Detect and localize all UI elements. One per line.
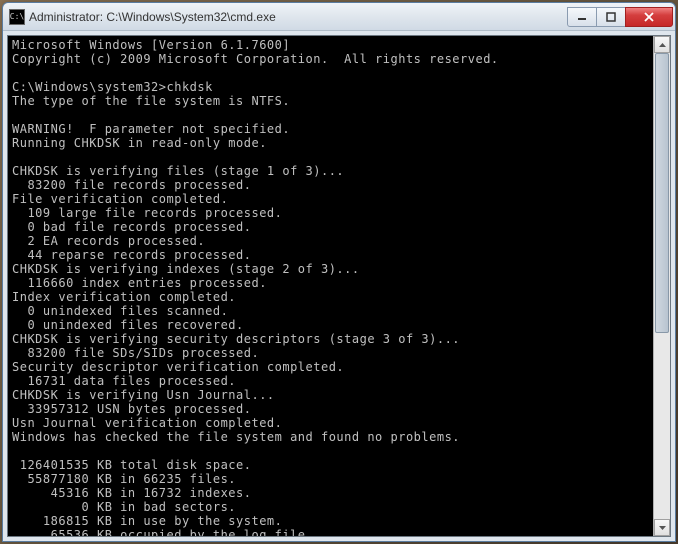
minimize-icon [577,12,587,22]
close-icon [643,12,655,22]
titlebar[interactable]: C:\ Administrator: C:\Windows\System32\c… [3,3,675,31]
window-title: Administrator: C:\Windows\System32\cmd.e… [29,10,568,24]
scroll-track[interactable] [654,53,670,519]
close-button[interactable] [625,7,673,27]
terminal-area: Microsoft Windows [Version 6.1.7600] Cop… [7,35,671,537]
maximize-button[interactable] [596,7,626,27]
cmd-icon: C:\ [9,9,25,25]
cmd-window: C:\ Administrator: C:\Windows\System32\c… [2,2,676,542]
scroll-thumb[interactable] [655,53,669,333]
scroll-up-button[interactable] [654,36,670,53]
minimize-button[interactable] [567,7,597,27]
vertical-scrollbar[interactable] [653,36,670,536]
terminal-output[interactable]: Microsoft Windows [Version 6.1.7600] Cop… [8,36,653,536]
chevron-down-icon [659,526,666,530]
maximize-icon [606,12,616,22]
chevron-up-icon [659,43,666,47]
scroll-down-button[interactable] [654,519,670,536]
window-controls [568,7,673,27]
